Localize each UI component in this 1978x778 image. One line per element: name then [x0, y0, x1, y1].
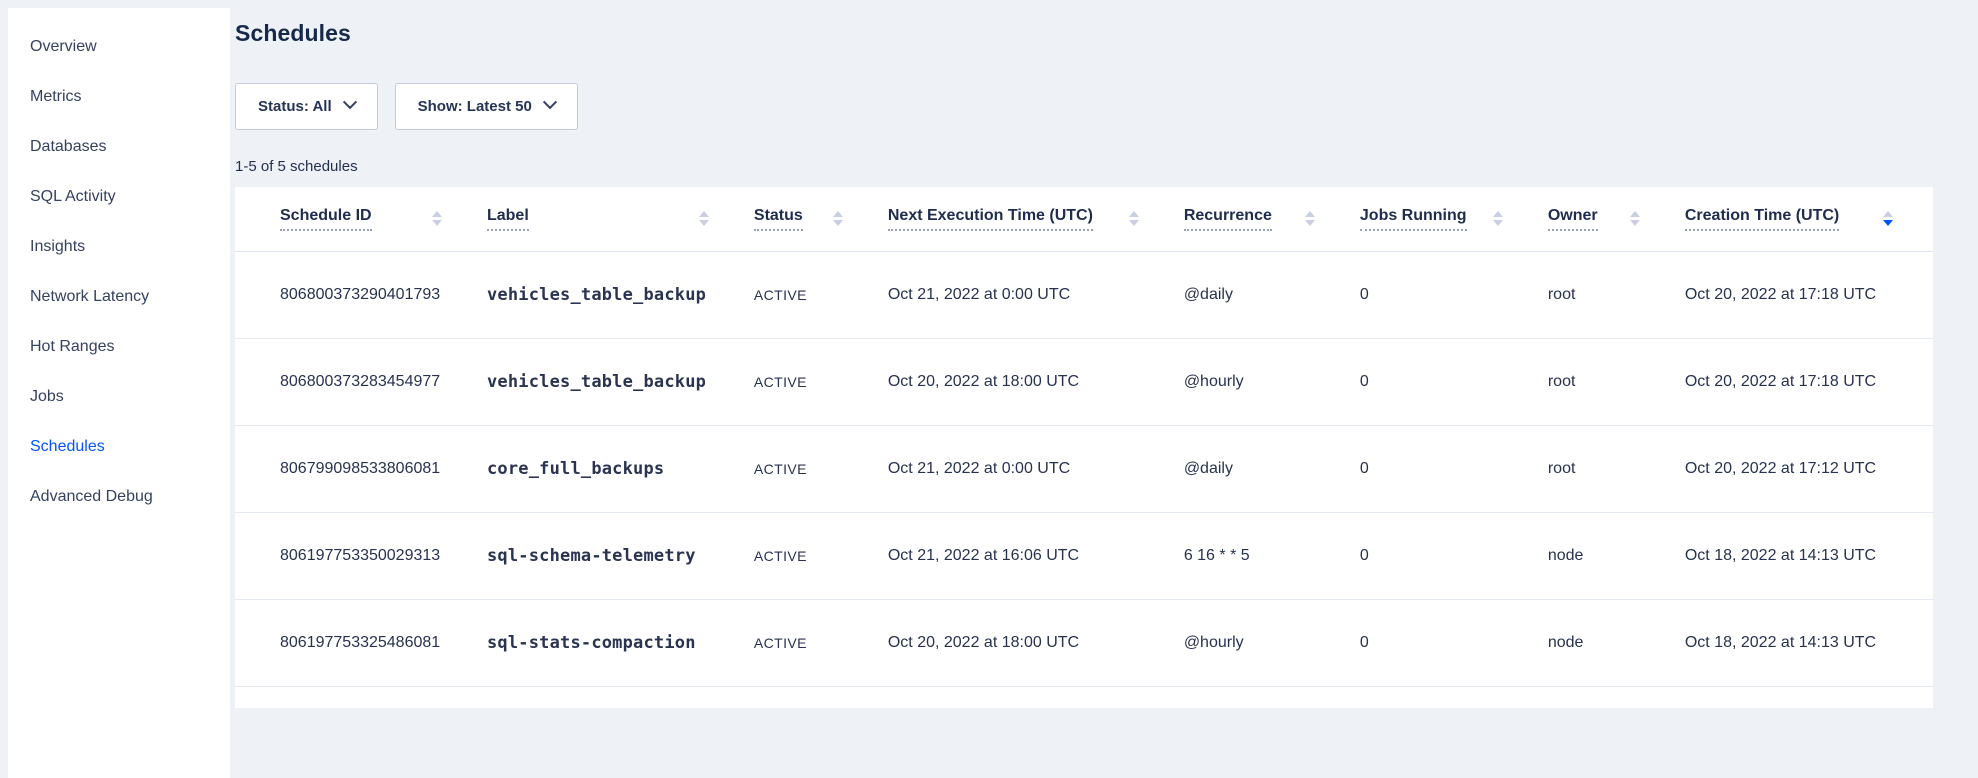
- sidebar-item-advanced-debug[interactable]: Advanced Debug: [8, 472, 230, 522]
- main-content: Schedules Status: All Show: Latest 50 1-…: [235, 0, 1933, 708]
- sidebar: Overview Metrics Databases SQL Activity …: [8, 8, 230, 778]
- cell-next-execution: Oct 21, 2022 at 0:00 UTC: [888, 425, 1184, 512]
- table-row: 806197753325486081 sql-stats-compaction …: [235, 599, 1933, 686]
- cell-status: ACTIVE: [754, 338, 888, 425]
- cell-status: ACTIVE: [754, 425, 888, 512]
- cell-status: ACTIVE: [754, 512, 888, 599]
- cell-next-execution: Oct 20, 2022 at 18:00 UTC: [888, 338, 1184, 425]
- cell-next-execution: Oct 20, 2022 at 18:00 UTC: [888, 599, 1184, 686]
- cell-jobs-running: 0: [1360, 512, 1548, 599]
- sidebar-item-sql-activity[interactable]: SQL Activity: [8, 172, 230, 222]
- sort-icon: [1305, 211, 1315, 226]
- table-header-row: Schedule ID Label Status: [235, 187, 1933, 251]
- cell-creation-time: Oct 18, 2022 at 14:13 UTC: [1685, 512, 1933, 599]
- cell-creation-time: Oct 20, 2022 at 17:18 UTC: [1685, 338, 1933, 425]
- cell-schedule-id: 806800373283454977: [235, 338, 487, 425]
- chevron-down-icon: [543, 95, 557, 109]
- sidebar-item-schedules[interactable]: Schedules: [8, 422, 230, 472]
- column-header-next-execution-time[interactable]: Next Execution Time (UTC): [888, 187, 1184, 251]
- sidebar-item-overview[interactable]: Overview: [8, 22, 230, 72]
- sidebar-item-jobs[interactable]: Jobs: [8, 372, 230, 422]
- cell-recurrence: @daily: [1184, 425, 1360, 512]
- page-title: Schedules: [235, 20, 1933, 47]
- column-header-status[interactable]: Status: [754, 187, 888, 251]
- cell-status: ACTIVE: [754, 251, 888, 338]
- sort-icon: [432, 211, 442, 226]
- results-count: 1-5 of 5 schedules: [235, 158, 1933, 175]
- cell-label: vehicles_table_backup: [487, 251, 754, 338]
- cell-creation-time: Oct 20, 2022 at 17:12 UTC: [1685, 425, 1933, 512]
- cell-owner: root: [1548, 338, 1685, 425]
- status-filter-label: Status: All: [258, 98, 332, 115]
- column-header-owner[interactable]: Owner: [1548, 187, 1685, 251]
- schedules-table-card: Schedule ID Label Status: [235, 187, 1933, 708]
- filter-bar: Status: All Show: Latest 50: [235, 83, 1933, 130]
- column-header-recurrence[interactable]: Recurrence: [1184, 187, 1360, 251]
- schedules-table: Schedule ID Label Status: [235, 187, 1933, 687]
- sort-icon: [1493, 211, 1503, 226]
- chevron-down-icon: [343, 95, 357, 109]
- cell-jobs-running: 0: [1360, 251, 1548, 338]
- sort-icon: [1630, 211, 1640, 226]
- cell-owner: root: [1548, 425, 1685, 512]
- cell-schedule-id: 806197753325486081: [235, 599, 487, 686]
- cell-creation-time: Oct 18, 2022 at 14:13 UTC: [1685, 599, 1933, 686]
- cell-label: sql-stats-compaction: [487, 599, 754, 686]
- cell-owner: node: [1548, 599, 1685, 686]
- cell-recurrence: @hourly: [1184, 338, 1360, 425]
- cell-label: core_full_backups: [487, 425, 754, 512]
- cell-jobs-running: 0: [1360, 338, 1548, 425]
- cell-creation-time: Oct 20, 2022 at 17:18 UTC: [1685, 251, 1933, 338]
- cell-label: sql-schema-telemetry: [487, 512, 754, 599]
- cell-jobs-running: 0: [1360, 425, 1548, 512]
- cell-recurrence: @daily: [1184, 251, 1360, 338]
- sort-icon: [699, 211, 709, 226]
- cell-status: ACTIVE: [754, 599, 888, 686]
- column-header-creation-time[interactable]: Creation Time (UTC): [1685, 187, 1933, 251]
- cell-jobs-running: 0: [1360, 599, 1548, 686]
- sort-desc-icon: [1883, 211, 1893, 226]
- column-header-schedule-id[interactable]: Schedule ID: [235, 187, 487, 251]
- table-row: 806800373283454977 vehicles_table_backup…: [235, 338, 1933, 425]
- cell-schedule-id: 806799098533806081: [235, 425, 487, 512]
- cell-schedule-id: 806800373290401793: [235, 251, 487, 338]
- cell-recurrence: 6 16 * * 5: [1184, 512, 1360, 599]
- cell-owner: node: [1548, 512, 1685, 599]
- sidebar-item-databases[interactable]: Databases: [8, 122, 230, 172]
- cell-owner: root: [1548, 251, 1685, 338]
- cell-next-execution: Oct 21, 2022 at 0:00 UTC: [888, 251, 1184, 338]
- sort-icon: [833, 211, 843, 226]
- status-filter-dropdown[interactable]: Status: All: [235, 83, 378, 130]
- cell-recurrence: @hourly: [1184, 599, 1360, 686]
- cell-label: vehicles_table_backup: [487, 338, 754, 425]
- table-row: 806197753350029313 sql-schema-telemetry …: [235, 512, 1933, 599]
- sidebar-item-hot-ranges[interactable]: Hot Ranges: [8, 322, 230, 372]
- column-header-jobs-running[interactable]: Jobs Running: [1360, 187, 1548, 251]
- sidebar-item-metrics[interactable]: Metrics: [8, 72, 230, 122]
- sort-icon: [1129, 211, 1139, 226]
- cell-schedule-id: 806197753350029313: [235, 512, 487, 599]
- column-header-label[interactable]: Label: [487, 187, 754, 251]
- cell-next-execution: Oct 21, 2022 at 16:06 UTC: [888, 512, 1184, 599]
- sidebar-item-insights[interactable]: Insights: [8, 222, 230, 272]
- table-row: 806800373290401793 vehicles_table_backup…: [235, 251, 1933, 338]
- sidebar-item-network-latency[interactable]: Network Latency: [8, 272, 230, 322]
- show-filter-dropdown[interactable]: Show: Latest 50: [395, 83, 578, 130]
- table-row: 806799098533806081 core_full_backups ACT…: [235, 425, 1933, 512]
- show-filter-label: Show: Latest 50: [418, 98, 532, 115]
